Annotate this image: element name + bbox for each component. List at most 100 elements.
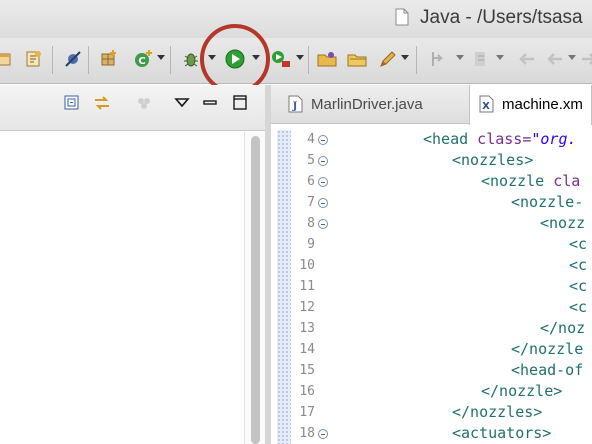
fold-collapse-icon[interactable] bbox=[318, 156, 328, 166]
code-line: 13 </noz bbox=[271, 319, 592, 340]
line-number: 10 bbox=[299, 258, 315, 273]
open-type-icon[interactable] bbox=[0, 48, 14, 70]
tab-label: MarlinDriver.java bbox=[311, 96, 423, 113]
previous-annotation-dropdown-icon[interactable] bbox=[496, 53, 504, 61]
view-menu-icon[interactable] bbox=[172, 93, 192, 113]
editor-tab-bar: J MarlinDriver.java X machine.xm bbox=[271, 85, 592, 125]
svg-text:J: J bbox=[292, 101, 298, 112]
fold-collapse-icon[interactable] bbox=[318, 135, 328, 145]
java-file-icon: J bbox=[287, 95, 304, 113]
open-folder-icon[interactable] bbox=[316, 48, 338, 70]
code-text: <c bbox=[569, 277, 588, 295]
scrollbar-thumb[interactable] bbox=[251, 136, 260, 444]
new-package-icon[interactable] bbox=[98, 48, 120, 70]
new-class-icon[interactable]: C bbox=[132, 48, 154, 70]
line-number: 12 bbox=[299, 300, 315, 315]
code-line: 9 <c bbox=[271, 235, 592, 256]
document-icon bbox=[395, 8, 409, 26]
forward-icon[interactable] bbox=[578, 48, 592, 70]
fold-collapse-icon[interactable] bbox=[318, 198, 328, 208]
maximize-icon[interactable] bbox=[230, 93, 250, 113]
code-line: 15 <head-of bbox=[271, 361, 592, 382]
fold-collapse-icon[interactable] bbox=[318, 219, 328, 229]
vertical-scrollbar[interactable] bbox=[244, 132, 265, 444]
title-bar: Java - /Users/tsasa bbox=[0, 0, 592, 38]
edit-dropdown-icon[interactable] bbox=[401, 53, 409, 61]
previous-annotation-icon[interactable] bbox=[470, 48, 492, 70]
debug-icon[interactable] bbox=[180, 48, 202, 70]
tab-machine-xml[interactable]: X machine.xm bbox=[469, 85, 592, 125]
next-annotation-icon[interactable] bbox=[428, 48, 450, 70]
code-line: 4 <head class="org. bbox=[271, 130, 592, 151]
toolbar-separator bbox=[416, 46, 417, 74]
next-annotation-dropdown-icon[interactable] bbox=[456, 53, 464, 61]
code-line: 5 <nozzles> bbox=[271, 151, 592, 172]
open-project-icon[interactable] bbox=[346, 48, 368, 70]
svg-text:C: C bbox=[138, 56, 145, 67]
back-icon[interactable] bbox=[516, 48, 538, 70]
toolbar-separator bbox=[308, 46, 309, 74]
line-number: 8 bbox=[307, 216, 315, 231]
code-text: </nozzle> bbox=[481, 382, 563, 400]
minimize-icon[interactable] bbox=[200, 93, 220, 113]
line-number: 4 bbox=[307, 132, 315, 147]
fold-collapse-icon[interactable] bbox=[318, 429, 328, 439]
toolbar-separator bbox=[52, 46, 53, 74]
link-with-editor-icon[interactable] bbox=[92, 93, 112, 113]
line-number: 7 bbox=[307, 195, 315, 210]
code-line: 18 <actuators> bbox=[271, 424, 592, 444]
new-class-dropdown-icon[interactable] bbox=[157, 53, 165, 61]
xml-source-editor[interactable]: 4 <head class="org. 5 <nozzles> 6 <nozzl… bbox=[271, 130, 592, 444]
code-line: 16 </nozzle> bbox=[271, 382, 592, 403]
tab-marlindriver-java[interactable]: J MarlinDriver.java bbox=[279, 85, 469, 124]
fold-collapse-icon[interactable] bbox=[318, 177, 328, 187]
line-number: 13 bbox=[299, 321, 315, 336]
main-toolbar: C bbox=[0, 38, 592, 84]
package-explorer-view bbox=[0, 85, 265, 444]
open-resource-icon[interactable] bbox=[23, 48, 45, 70]
code-text: <c bbox=[569, 235, 588, 253]
code-text: <c bbox=[569, 256, 588, 274]
code-text: <nozz bbox=[540, 214, 586, 232]
code-line: 11 <c bbox=[271, 277, 592, 298]
window-title: Java - /Users/tsasa bbox=[420, 7, 583, 28]
skip-breakpoints-icon[interactable] bbox=[62, 48, 84, 70]
line-number: 15 bbox=[299, 363, 315, 378]
toolbar-separator bbox=[88, 46, 89, 74]
editor-area: J MarlinDriver.java X machine.xm 4 <head… bbox=[271, 85, 592, 444]
code-line: 7 <nozzle- bbox=[271, 193, 592, 214]
line-number: 17 bbox=[299, 405, 315, 420]
xml-file-icon: X bbox=[478, 95, 495, 113]
line-number: 5 bbox=[307, 153, 315, 168]
code-text: <actuators> bbox=[452, 424, 552, 442]
external-tools-icon[interactable] bbox=[270, 48, 292, 70]
code-text: <nozzle- bbox=[511, 193, 584, 211]
code-text: </noz bbox=[540, 319, 586, 337]
collapse-all-icon[interactable] bbox=[62, 93, 82, 113]
run-button-highlight-annotation bbox=[200, 24, 270, 94]
code-text: <nozzles> bbox=[452, 151, 534, 169]
forward-icon[interactable] bbox=[544, 48, 566, 70]
code-text: <nozzle cla bbox=[481, 172, 581, 190]
code-line: 12 <c bbox=[271, 298, 592, 319]
svg-text:X: X bbox=[482, 101, 490, 112]
line-number: 18 bbox=[299, 426, 315, 441]
code-text: <head class="org. bbox=[423, 130, 577, 148]
code-text: </nozzle bbox=[511, 340, 584, 358]
code-line: 10 <c bbox=[271, 256, 592, 277]
line-number: 16 bbox=[299, 384, 315, 399]
toolbar-separator bbox=[170, 46, 171, 74]
code-line: 14 </nozzle bbox=[271, 340, 592, 361]
code-line: 6 <nozzle cla bbox=[271, 172, 592, 193]
external-tools-dropdown-icon[interactable] bbox=[296, 53, 304, 61]
line-number: 6 bbox=[307, 174, 315, 189]
edit-icon[interactable] bbox=[377, 48, 399, 70]
code-text: <c bbox=[569, 298, 588, 316]
tab-label: machine.xm bbox=[502, 96, 583, 113]
focus-icon[interactable] bbox=[134, 93, 154, 113]
code-text: </nozzles> bbox=[452, 403, 543, 421]
view-toolbar bbox=[0, 85, 265, 131]
history-dropdown-icon[interactable] bbox=[568, 53, 576, 61]
code-line: 8 <nozz bbox=[271, 214, 592, 235]
code-line: 17 </nozzles> bbox=[271, 403, 592, 424]
